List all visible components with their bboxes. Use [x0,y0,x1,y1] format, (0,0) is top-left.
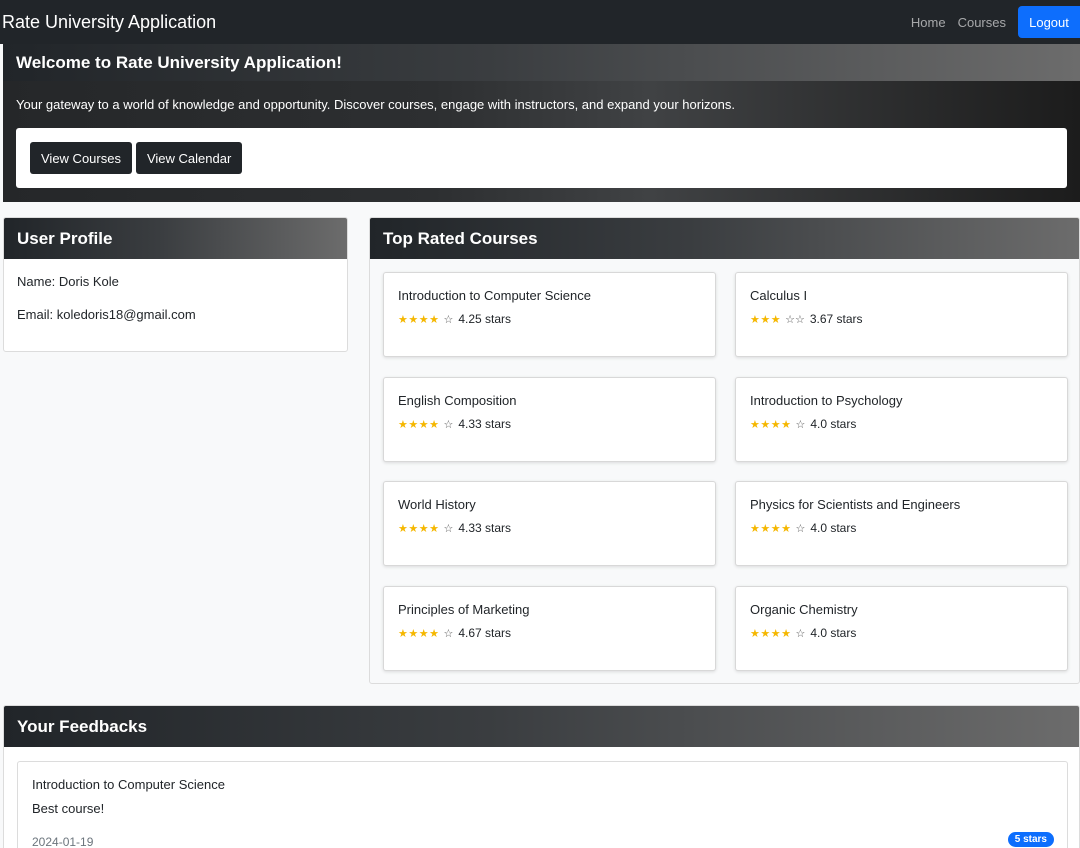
star-outline-icon: ☆☆ [785,313,805,326]
star-icon: ★★★★ [750,627,792,640]
course-rating: ★★★★ ☆ 4.33 stars [398,417,701,431]
course-name: English Composition [398,393,517,408]
star-outline-icon: ☆ [795,522,806,535]
star-icon: ★★★★ [398,313,440,326]
course-name: Introduction to Psychology [750,393,903,408]
star-outline-icon: ☆ [795,627,806,640]
course-rating: ★★★★ ☆ 4.0 stars [750,417,1053,431]
rating-text: 4.25 stars [458,312,512,326]
nav-home-link[interactable]: Home [911,15,946,30]
course-rating: ★★★★ ☆ 4.0 stars [750,521,1053,535]
course-rating: ★★★★ ☆ 4.33 stars [398,521,701,535]
welcome-title: Welcome to Rate University Application! [3,44,1080,81]
star-outline-icon: ☆ [443,313,454,326]
rating-text: 4.0 stars [810,521,857,535]
brand-link[interactable]: Rate University Application [0,12,216,33]
view-calendar-button[interactable]: View Calendar [135,142,243,174]
course-name: Principles of Marketing [398,602,530,617]
welcome-actions: View Courses View Calendar [16,128,1067,188]
nav-courses-link[interactable]: Courses [958,15,1006,30]
rating-badge: 5 stars [1007,832,1054,847]
star-outline-icon: ☆ [795,418,806,431]
feedback-course: Introduction to Computer Science [32,777,225,792]
rating-text: 4.0 stars [810,626,857,640]
feedback-comment: Best course! [32,801,105,816]
rating-text: 4.33 stars [458,521,512,535]
course-card[interactable]: Organic Chemistry ★★★★ ☆ 4.0 stars [735,586,1068,671]
rating-text: 3.67 stars [809,312,863,326]
star-icon: ★★★★ [398,418,440,431]
feedback-date: 2024-01-19 [32,835,94,848]
your-feedbacks-card: Your Feedbacks Introduction to Computer … [3,705,1080,848]
course-name: Physics for Scientists and Engineers [750,497,961,512]
star-outline-icon: ☆ [443,522,454,535]
course-card[interactable]: English Composition ★★★★ ☆ 4.33 stars [383,377,716,462]
course-card[interactable]: Introduction to Psychology ★★★★ ☆ 4.0 st… [735,377,1068,462]
star-outline-icon: ☆ [443,627,454,640]
top-rated-courses-title: Top Rated Courses [370,218,1079,259]
feedback-item: Introduction to Computer Science Best co… [17,761,1068,848]
star-icon: ★★★★ [398,627,440,640]
course-name: Introduction to Computer Science [398,288,591,303]
course-rating: ★★★★ ☆ 4.67 stars [398,626,701,640]
welcome-text: Your gateway to a world of knowledge and… [16,97,736,112]
star-icon: ★★★★ [750,522,792,535]
course-rating: ★★★★ ☆ 4.0 stars [750,626,1053,640]
course-rating: ★★★★ ☆ 4.25 stars [398,312,701,326]
course-card[interactable]: World History ★★★★ ☆ 4.33 stars [383,481,716,566]
course-name: World History [398,497,476,512]
view-courses-button[interactable]: View Courses [30,142,132,174]
course-card[interactable]: Physics for Scientists and Engineers ★★★… [735,481,1068,566]
top-rated-courses-card: Top Rated Courses Introduction to Comput… [369,217,1080,684]
star-icon: ★★★★ [398,522,440,535]
star-icon: ★★★★ [750,418,792,431]
course-card[interactable]: Calculus I ★★★ ☆☆ 3.67 stars [735,272,1068,357]
profile-email: Email: koledoris18@gmail.com [17,307,196,322]
nav-links: Home Courses Logout [911,0,1080,44]
welcome-section: Welcome to Rate University Application! … [3,44,1080,202]
star-icon: ★★★ [750,313,782,326]
rating-text: 4.67 stars [458,626,512,640]
profile-name: Name: Doris Kole [17,274,119,289]
navbar: Rate University Application Home Courses… [0,0,1080,44]
course-card[interactable]: Introduction to Computer Science ★★★★ ☆ … [383,272,716,357]
rating-text: 4.0 stars [810,417,857,431]
logout-button[interactable]: Logout [1018,6,1080,38]
course-rating: ★★★ ☆☆ 3.67 stars [750,312,1053,326]
course-card[interactable]: Principles of Marketing ★★★★ ☆ 4.67 star… [383,586,716,671]
user-profile-title: User Profile [4,218,347,259]
star-outline-icon: ☆ [443,418,454,431]
your-feedbacks-title: Your Feedbacks [4,706,1079,747]
rating-text: 4.33 stars [458,417,512,431]
user-profile-card: User Profile Name: Doris Kole Email: kol… [3,217,348,352]
course-name: Calculus I [750,288,808,303]
course-name: Organic Chemistry [750,602,858,617]
